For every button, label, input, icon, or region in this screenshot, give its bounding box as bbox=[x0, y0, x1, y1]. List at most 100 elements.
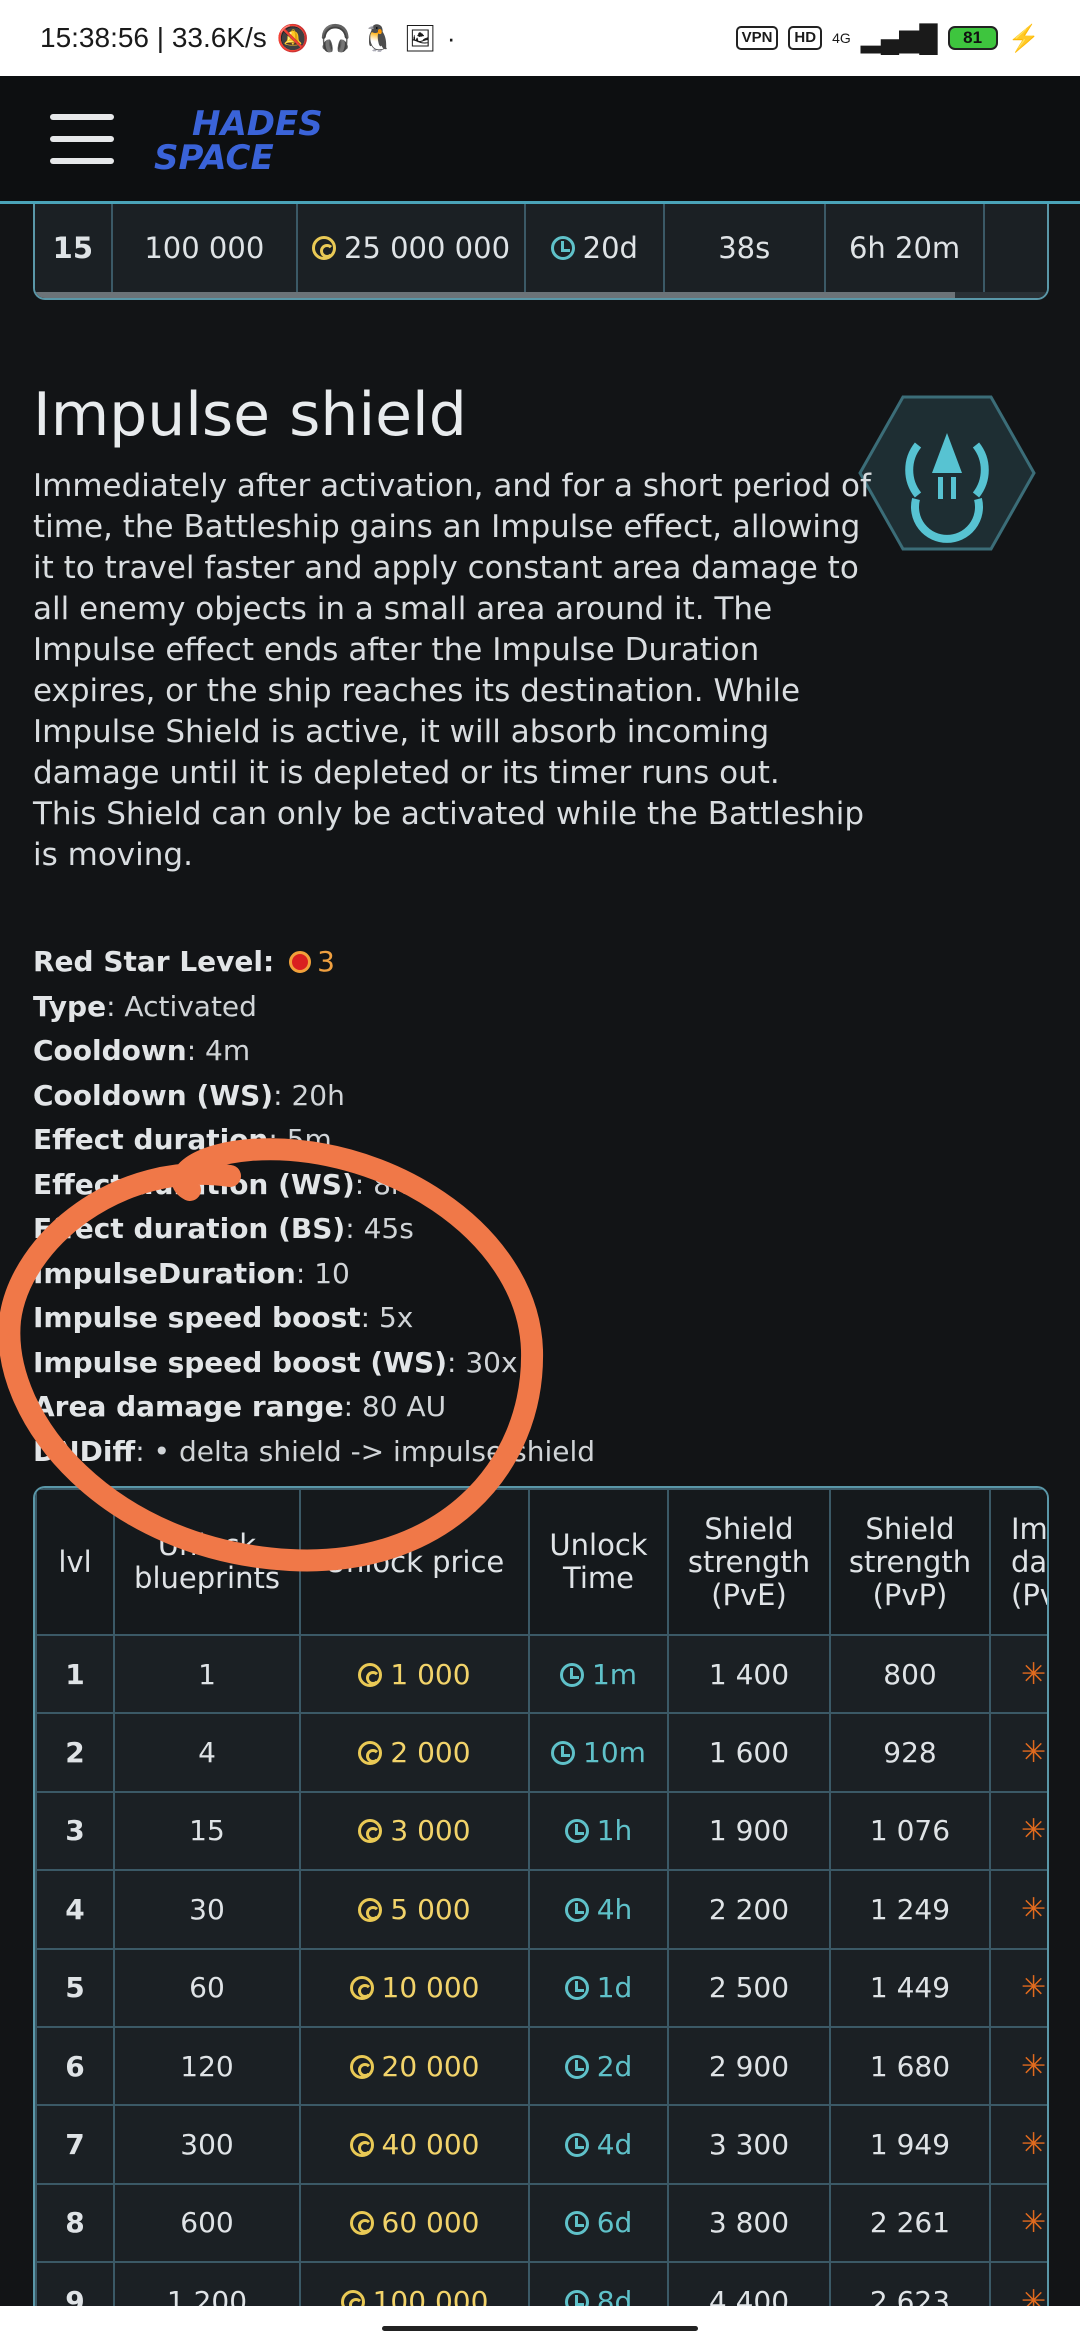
cell-time: 8d bbox=[528, 2261, 669, 2306]
header-unlock-price: Unlock price bbox=[299, 1488, 530, 1636]
clock-icon bbox=[564, 2211, 589, 2236]
cell-time: 4d bbox=[528, 2104, 669, 2185]
cell-time: 4h bbox=[528, 1869, 669, 1950]
table-row: 7 300 40 000 4d 3 300 1 949 ✳ bbox=[35, 2104, 1047, 2185]
module-description: Immediately after activation, and for a … bbox=[33, 466, 873, 876]
previous-table: 15 100 000 25 000 000 20d 38s 6h 20m bbox=[33, 204, 1049, 300]
cell-shield-pve: 2 900 bbox=[667, 2025, 831, 2107]
cell-shield-pve: 3 800 bbox=[667, 2182, 831, 2264]
site-logo[interactable]: HADES SPACE bbox=[154, 101, 354, 177]
cell-shield-pve: 3 300 bbox=[667, 2104, 831, 2185]
cell-impulse-damage: ✳ bbox=[989, 1633, 1047, 1715]
cell-blueprints: 4 bbox=[113, 1712, 301, 1793]
damage-icon: ✳ bbox=[1021, 1656, 1047, 1692]
cell-shield-pvp: 2 261 bbox=[829, 2182, 991, 2264]
cell-shield-pvp: 1 680 bbox=[829, 2025, 991, 2107]
signal-icon: ▂▄▆█ bbox=[860, 22, 938, 53]
cell-lvl: 8 bbox=[35, 2182, 115, 2264]
cell-time: 1h bbox=[528, 1790, 669, 1872]
cell-price: 25 000 000 bbox=[297, 204, 527, 292]
cell-impulse-damage: ✳ bbox=[989, 2182, 1047, 2264]
impulse-shield-icon bbox=[858, 395, 1036, 551]
cell-time: 10m bbox=[528, 1712, 669, 1793]
cell-impulse-damage: ✳ bbox=[989, 2261, 1047, 2306]
damage-icon: ✳ bbox=[1021, 2283, 1047, 2306]
header-lvl: lvl bbox=[35, 1488, 115, 1636]
penguin-icon: 🐧 bbox=[361, 22, 394, 53]
cell-shield-pve: 1 900 bbox=[667, 1790, 831, 1872]
cell-blueprints: 60 bbox=[113, 1947, 301, 2028]
headset-icon: 🎧 bbox=[319, 22, 352, 53]
cell-shield-pvp: 1 449 bbox=[829, 1947, 991, 2028]
coin-icon bbox=[349, 2133, 374, 2158]
clock-icon bbox=[551, 1741, 576, 1766]
cell-lvl: 2 bbox=[35, 1712, 115, 1793]
svg-text:SPACE: SPACE bbox=[154, 138, 274, 177]
prop-cooldown: Cooldown: 4m bbox=[33, 1034, 251, 1067]
battery-indicator: 81 bbox=[947, 26, 998, 50]
cell-shield-pvp: 928 bbox=[829, 1712, 991, 1793]
cell-shield-pve: 2 200 bbox=[667, 1869, 831, 1950]
coin-icon bbox=[349, 2054, 374, 2079]
levels-table: lvl Unlock blueprints Unlock price Unloc… bbox=[35, 1488, 1047, 2306]
damage-icon: ✳ bbox=[1021, 1970, 1047, 2006]
cell-lvl: 1 bbox=[35, 1633, 115, 1715]
levels-table-container[interactable]: lvl Unlock blueprints Unlock price Unloc… bbox=[33, 1486, 1049, 2306]
top-navbar: HADES SPACE bbox=[0, 76, 1080, 204]
cell-price: 20 000 bbox=[299, 2025, 530, 2107]
network-type: 4G bbox=[832, 30, 851, 46]
table-row: 5 60 10 000 1d 2 500 1 449 ✳ bbox=[35, 1947, 1047, 2028]
prop-impulse-duration: ImpulseDuration: 10 bbox=[33, 1256, 350, 1290]
cell-shield-pve: 1 400 bbox=[667, 1633, 831, 1715]
cell-impulse-damage: ✳ bbox=[989, 1712, 1047, 1793]
cell-lvl: 9 bbox=[35, 2261, 115, 2306]
status-bar: 15:38:56 | 33.6K/s 🔕 🎧 🐧 🖼 · VPN HD 4G ▂… bbox=[0, 0, 1080, 76]
header-shield-strength-pve: Shield strength (PvE) bbox=[667, 1488, 831, 1636]
cell-shield-pvp: 1 949 bbox=[829, 2104, 991, 2185]
cell-time: 20d bbox=[526, 204, 665, 292]
table-row: 242 000 10m 1 600 928 ✳ bbox=[35, 1712, 1047, 1793]
table-row: 15 100 000 25 000 000 20d 38s 6h 20m bbox=[35, 204, 1047, 292]
cell-col5: 38s bbox=[664, 204, 826, 292]
clock-icon bbox=[564, 2133, 589, 2158]
page-title: Impulse shield bbox=[33, 380, 467, 450]
prop-red-star-level: Red Star Level: 3 bbox=[33, 945, 335, 978]
cell-shield-pve: 4 400 bbox=[667, 2261, 831, 2306]
scrollbar-thumb[interactable] bbox=[35, 292, 955, 298]
coin-icon bbox=[340, 2289, 365, 2306]
horizontal-scrollbar[interactable] bbox=[35, 292, 1047, 298]
damage-icon: ✳ bbox=[1021, 2048, 1047, 2084]
coin-icon bbox=[311, 236, 336, 260]
header-shield-strength-pvp: Shield strength (PvP) bbox=[829, 1488, 991, 1636]
table-row: 111 000 1m 1 400 800 ✳ bbox=[35, 1633, 1047, 1715]
header-unlock-time: Unlock Time bbox=[528, 1488, 669, 1636]
menu-icon[interactable] bbox=[50, 113, 114, 164]
cell-impulse-damage: ✳ bbox=[989, 2025, 1047, 2107]
cell-blueprints: 1 200 bbox=[113, 2261, 301, 2306]
cell-price: 5 000 bbox=[299, 1869, 530, 1950]
prop-effect-duration: Effect duration: 5m bbox=[33, 1123, 332, 1156]
gallery-icon: 🖼 bbox=[403, 22, 437, 53]
prop-effect-duration-bs: Effect duration (BS): 45s bbox=[33, 1212, 414, 1245]
cell-blueprints: 100 000 bbox=[112, 204, 298, 292]
cell-price: 1 000 bbox=[299, 1633, 530, 1715]
hd-badge: HD bbox=[788, 26, 823, 50]
table-row: 3 15 3 000 1h 1 900 1 076 ✳ bbox=[35, 1790, 1047, 1872]
header-impulse-damage: Impulse damage (PvE) bbox=[989, 1488, 1047, 1636]
coin-icon bbox=[349, 2211, 374, 2236]
cell-impulse-damage: ✳ bbox=[989, 1869, 1047, 1950]
cell-lvl: 4 bbox=[35, 1869, 115, 1950]
cell-shield-pve: 2 500 bbox=[667, 1947, 831, 2028]
damage-icon: ✳ bbox=[1021, 2205, 1047, 2241]
home-indicator[interactable] bbox=[382, 2326, 698, 2331]
cell-impulse-damage: ✳ bbox=[989, 1790, 1047, 1872]
clock-icon bbox=[564, 1897, 589, 1922]
gesture-bar bbox=[0, 2306, 1080, 2340]
cell-time: 1d bbox=[528, 1947, 669, 2028]
cell-blueprints: 120 bbox=[113, 2025, 301, 2107]
cell-lvl: 5 bbox=[35, 1947, 115, 2028]
cell-price: 40 000 bbox=[299, 2104, 530, 2185]
bell-muted-icon: 🔕 bbox=[276, 22, 310, 53]
prop-impulse-speed-boost: Impulse speed boost: 5x bbox=[33, 1301, 414, 1334]
cell-time: 1m bbox=[528, 1633, 669, 1715]
